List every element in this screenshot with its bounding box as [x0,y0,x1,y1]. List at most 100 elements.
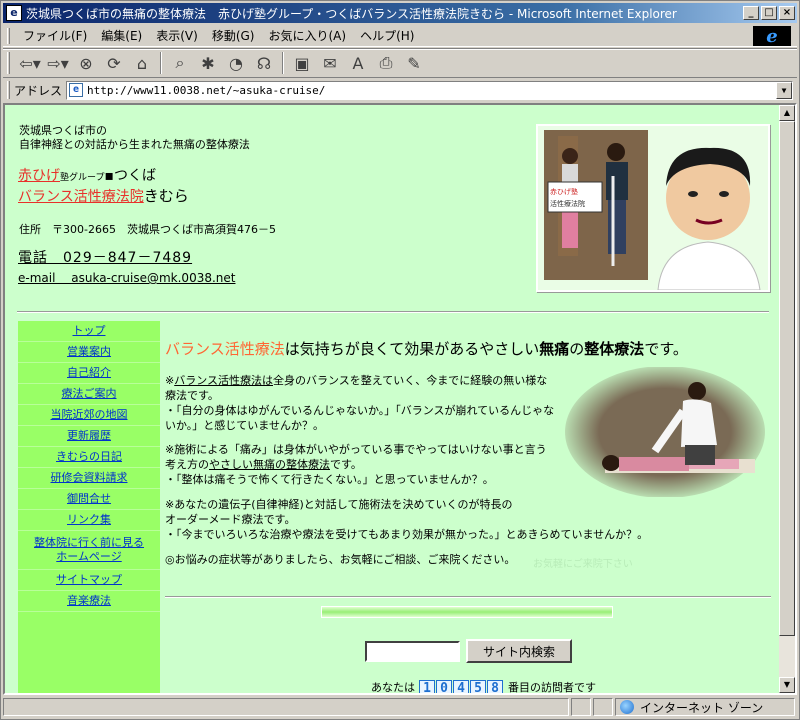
status-lock [593,698,613,716]
menu-go[interactable]: 移動(G) [205,25,262,46]
globe-icon [620,700,634,714]
browser-window: e 茨城県つくば市の無痛の整体療法 赤ひげ塾グループ・つくばバランス活性療法院き… [0,0,800,720]
print-icon[interactable]: ⎙ [374,51,398,75]
headline-painless: 無痛 [539,340,570,358]
fullscreen-icon[interactable]: ▣ [290,51,314,75]
forward-icon[interactable]: ⇨▾ [46,51,70,75]
address-bar: アドレス e http://www11.0038.net/~asuka-crui… [3,79,797,101]
visitor-suffix: 番目の訪問者です [508,681,596,694]
address-dropdown-icon[interactable]: ▼ [776,81,792,99]
nav-therapy-guide[interactable]: 療法ご案内 [18,384,160,405]
home-icon[interactable]: ⌂ [130,51,154,75]
channels-icon[interactable]: ☊ [252,51,276,75]
p3-text: ※あなたの遺伝子(自律神経)と対話して施術法を決めていくのが特長の [165,498,513,511]
ie-page-icon: e [6,5,22,21]
brand-group-small: 塾グループ [60,173,105,183]
back-icon[interactable]: ⇦▾ [18,51,42,75]
scroll-thumb[interactable] [779,121,795,636]
faded-text: お気軽にご来院下さい [533,559,633,570]
history-icon[interactable]: ◔ [224,51,248,75]
status-bar: インターネット ゾーン [3,697,797,717]
search-icon[interactable]: ⌕ [168,51,192,75]
content-divider [165,596,771,598]
decorative-bar [321,606,613,618]
headline-particle: の [569,340,585,358]
mail-icon[interactable]: ✉ [318,51,342,75]
zone-label: インターネット ゾーン [640,700,764,715]
nav-local-map[interactable]: 当院近郊の地図 [18,405,160,426]
menu-bar: ファイル(F) 編集(E) 表示(V) 移動(G) お気に入り(A) ヘルプ(H… [3,25,797,47]
paragraph-balance: ※バランス活性療法は全身のバランスを整えていく、今までに経験の無い様な療法です。… [165,373,555,433]
hero-image: 赤ひげ塾 活性療法院 [536,124,770,292]
nav-sitemap[interactable]: サイトマップ [18,570,160,591]
ie-logo-icon: e [753,26,791,47]
headline-text: は気持ちが良くて効果があるやさしい [284,340,540,358]
minimize-button[interactable]: _ [743,6,759,20]
nav-seminar-materials[interactable]: 研修会資料請求 [18,468,160,489]
visitor-counter: あなたは 1 0 4 5 8 番目の訪問者です [371,679,596,694]
status-progress [571,698,591,716]
nav-self-introduction[interactable]: 自己紹介 [18,363,160,384]
counter-digits: 1 0 4 5 8 [419,679,504,693]
svg-text:活性療法院: 活性療法院 [550,199,585,208]
email-link[interactable]: e-mail asuka-cruise@mk.0038.net [18,269,235,286]
p1-prefix: ※ [165,374,175,387]
site-search-button[interactable]: サイト内検索 [466,639,572,663]
site-search-input[interactable] [365,641,460,662]
toolbar-separator [160,52,162,74]
address-input[interactable]: e http://www11.0038.net/~asuka-cruise/ ▼ [66,80,793,100]
toolbar: ⇦▾ ⇨▾ ⊗ ⟳ ⌂ ⌕ ✱ ◔ ☊ ▣ ✉ A ⎙ ✎ [3,48,797,78]
menu-file[interactable]: ファイル(F) [16,25,94,46]
menu-edit[interactable]: 編集(E) [94,25,149,46]
sidebar-nav: トップ 営業案内 自己紹介 療法ご案内 当院近郊の地図 更新履歴 きむらの日記 … [18,321,160,693]
clinic-brand: 赤ひげ塾グループ▪つくば バランス活性療法院きむら [18,168,189,205]
hero-sign-text: 赤ひげ塾 [550,187,578,196]
close-button[interactable]: × [779,6,795,20]
address-grip [7,81,10,99]
brand-clinic: バランス活性療法院 [18,189,144,205]
refresh-icon[interactable]: ⟳ [102,51,126,75]
scroll-down-icon[interactable]: ▼ [779,677,795,693]
postal-address: 住所 〒300-2665 茨城県つくば市高須賀476－5 [19,223,276,236]
menu-favorites[interactable]: お気に入り(A) [261,25,353,46]
nav-business-info[interactable]: 営業案内 [18,342,160,363]
toolbar-grip [7,52,10,74]
nav-top[interactable]: トップ [18,321,160,342]
maximize-button[interactable]: □ [761,6,777,20]
p3-question: ・「今までいろいろな治療や療法を受けてもあまり効果が無かった。」とあきらめていま… [165,528,649,541]
nav-diary[interactable]: きむらの日記 [18,447,160,468]
headline-therapy-name: バランス活性療法 [165,340,285,358]
nav-update-history[interactable]: 更新履歴 [18,426,160,447]
hero-illustration: 赤ひげ塾 活性療法院 [538,126,768,290]
menu-view[interactable]: 表示(V) [149,25,205,46]
status-text [3,698,569,716]
counter-digit: 5 [470,679,486,693]
page-content: 茨城県つくば市の 自律神経との対話から生まれた無痛の整体療法 赤ひげ塾グループ▪… [5,105,777,693]
brand-city: つくば [113,168,156,184]
visitor-prefix: あなたは [371,681,415,694]
paragraph-painless: ※施術による「痛み」は身体がいやがっている事でやってはいけない事と言う考え方のや… [165,442,555,487]
address-label: アドレス [14,83,63,98]
favorites-icon[interactable]: ✱ [196,51,220,75]
p2-end: です。 [330,458,362,471]
font-size-icon[interactable]: A [346,51,370,75]
nav-contact[interactable]: 御問合せ [18,489,160,510]
edit-icon[interactable]: ✎ [402,51,426,75]
link-ordermade-therapy[interactable]: オーダーメード療法 [165,513,264,526]
title-bar: e 茨城県つくば市の無痛の整体療法 赤ひげ塾グループ・つくばバランス活性療法院き… [3,3,797,23]
window-title: 茨城県つくば市の無痛の整体療法 赤ひげ塾グループ・つくばバランス活性療法院きむら… [26,6,677,21]
vertical-scrollbar[interactable]: ▲ ▼ [779,105,795,693]
scroll-up-icon[interactable]: ▲ [779,105,795,121]
p1-question: ・「自分の身体はゆがんでいるんじゃないか。」「バランスが崩れているんじゃないか。… [165,404,555,432]
link-painless-therapy[interactable]: やさしい無痛の整体療法 [209,458,330,471]
nav-links[interactable]: リンク集 [18,510,160,531]
stop-icon[interactable]: ⊗ [74,51,98,75]
menu-help[interactable]: ヘルプ(H) [353,25,421,46]
nav-before-visit[interactable]: 整体院に行く前に見るホームページ [18,531,160,570]
counter-digit: 4 [453,679,469,693]
link-balance-therapy[interactable]: バランス活性療法は [174,374,273,387]
headline-end: です。 [644,340,688,358]
menu-grip [7,27,10,44]
tagline-line-2: 自律神経との対話から生まれた無痛の整体療法 [19,138,250,151]
nav-music-therapy[interactable]: 音楽療法 [18,591,160,612]
